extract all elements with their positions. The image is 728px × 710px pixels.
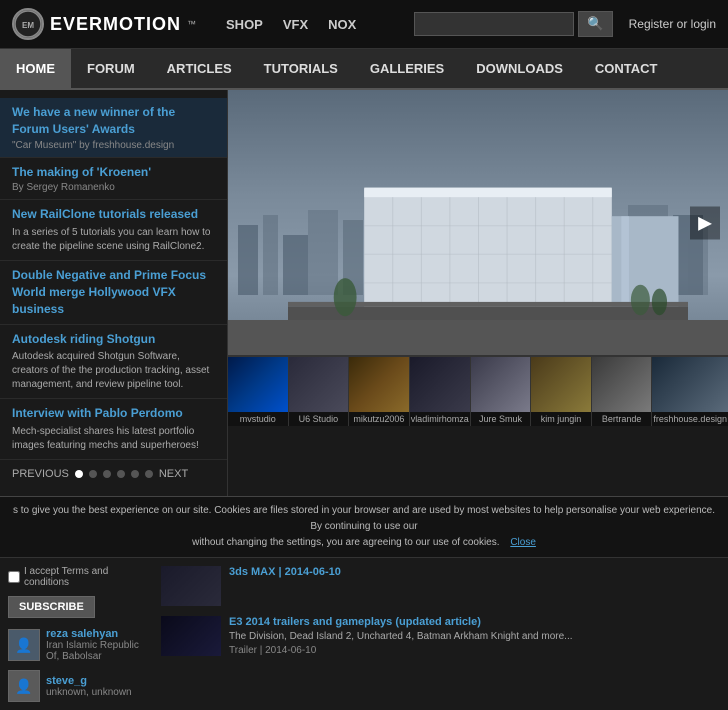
news-item-1: E3 2014 trailers and gameplays (updated … (161, 616, 720, 656)
prev-label[interactable]: PREVIOUS (12, 468, 69, 480)
logo-tm: ™ (187, 19, 196, 29)
avatar-0: 👤 (8, 629, 40, 661)
nav-home[interactable]: HOME (0, 49, 71, 88)
search-area: 🔍 Register or login (414, 11, 716, 37)
sidebar-item-1: The making of 'Kroenen' By Sergey Romane… (0, 158, 227, 201)
sidebar-item-3: Double Negative and Prime Focus World me… (0, 261, 227, 324)
main-nav: HOME FORUM ARTICLES TUTORIALS GALLERIES … (0, 49, 728, 90)
sidebar-title-1[interactable]: The making of 'Kroenen' (12, 164, 215, 181)
sidebar-subtitle-0: "Car Museum" by freshhouse.design (12, 140, 215, 151)
bottom-section: I accept Terms and conditions SUBSCRIBE … (0, 557, 728, 710)
search-button[interactable]: 🔍 (578, 11, 613, 37)
news-panel: 3ds MAX | 2014-06-10 E3 2014 trailers an… (161, 566, 720, 702)
sidebar-title-0[interactable]: We have a new winner of the Forum Users'… (12, 104, 215, 138)
vfx-link[interactable]: VFX (283, 17, 308, 32)
svg-text:EM: EM (22, 21, 34, 30)
thumb-label-0: mvstudio (228, 412, 288, 426)
news-thumb-0 (161, 566, 221, 606)
cookie-close-link[interactable]: Close (510, 537, 536, 548)
subscribe-button[interactable]: SUBSCRIBE (8, 596, 95, 618)
user-location-1: unknown, unknown (46, 687, 132, 698)
news-title-0[interactable]: 3ds MAX | 2014-06-10 (229, 566, 341, 578)
nox-link[interactable]: NOX (328, 17, 356, 32)
nav-dot-4[interactable] (117, 470, 125, 478)
nav-dot-5[interactable] (131, 470, 139, 478)
thumb-7[interactable]: freshhouse.design (652, 357, 728, 426)
user-panel: I accept Terms and conditions SUBSCRIBE … (8, 566, 153, 702)
news-meta-1: Trailer | 2014-06-10 (229, 645, 573, 656)
logo-icon: EM (12, 8, 44, 40)
thumb-5[interactable]: kim jungin (531, 357, 592, 426)
sidebar-item-0: We have a new winner of the Forum Users'… (0, 98, 227, 158)
cookie-text: s to give you the best experience on our… (13, 505, 715, 532)
thumb-label-3: vladimirhomza (410, 412, 470, 426)
header: EM EVERMOTION ™ SHOP VFX NOX 🔍 Register … (0, 0, 728, 49)
sidebar-text-2: In a series of 5 tutorials you can learn… (12, 226, 215, 254)
thumb-3[interactable]: vladimirhomza (410, 357, 471, 426)
logo-area: EM EVERMOTION ™ (12, 8, 196, 40)
register-login-link[interactable]: Register or login (629, 17, 716, 31)
nav-contact[interactable]: CONTACT (579, 49, 674, 88)
shop-link[interactable]: SHOP (226, 17, 263, 32)
main-image: ▶ mvstudio U6 Studio mikutzu2006 vladimi… (228, 90, 728, 496)
nav-dot-2[interactable] (89, 470, 97, 478)
nav-tutorials[interactable]: TUTORIALS (248, 49, 354, 88)
thumb-6[interactable]: Bertrande (592, 357, 653, 426)
cookie-banner: s to give you the best experience on our… (0, 496, 728, 557)
terms-checkbox[interactable] (8, 571, 20, 583)
thumb-label-1: U6 Studio (289, 412, 349, 426)
sidebar-text-4: Autodesk acquired Shotgun Software, crea… (12, 350, 215, 392)
news-title-1[interactable]: E3 2014 trailers and gameplays (updated … (229, 616, 573, 628)
sidebar-title-4[interactable]: Autodesk riding Shotgun (12, 331, 215, 348)
search-input[interactable] (414, 12, 574, 36)
sidebar-item-4: Autodesk riding Shotgun Autodesk acquire… (0, 325, 227, 400)
news-thumb-1 (161, 616, 221, 656)
sidebar-text-5: Mech-specialist shares his latest portfo… (12, 425, 215, 453)
thumbnails: mvstudio U6 Studio mikutzu2006 vladimirh… (228, 355, 728, 426)
nav-arrows: PREVIOUS NEXT (0, 460, 227, 488)
thumb-label-7: freshhouse.design (652, 412, 728, 426)
cookie-text2: without changing the settings, you are a… (192, 537, 499, 548)
hero-image: ▶ (228, 90, 728, 355)
logo-text: EVERMOTION (50, 14, 181, 35)
top-nav: SHOP VFX NOX (226, 17, 356, 32)
sidebar-subtitle-1: By Sergey Romanenko (12, 182, 215, 193)
thumb-label-5: kim jungin (531, 412, 591, 426)
terms-checkbox-label: I accept Terms and conditions (8, 566, 153, 588)
nav-downloads[interactable]: DOWNLOADS (460, 49, 579, 88)
user-location-0: Iran Islamic Republic Of, Babolsar (46, 640, 153, 662)
sidebar-title-2[interactable]: New RailClone tutorials released (12, 206, 215, 223)
thumb-label-4: Jure Smuk (471, 412, 531, 426)
news-item-0: 3ds MAX | 2014-06-10 (161, 566, 720, 606)
thumb-4[interactable]: Jure Smuk (471, 357, 532, 426)
nav-forum[interactable]: FORUM (71, 49, 151, 88)
hero-nav-right[interactable]: ▶ (690, 206, 720, 239)
content: We have a new winner of the Forum Users'… (0, 90, 728, 496)
avatar-1: 👤 (8, 670, 40, 702)
search-icon: 🔍 (587, 16, 604, 31)
sidebar: We have a new winner of the Forum Users'… (0, 90, 228, 496)
nav-dot-3[interactable] (103, 470, 111, 478)
next-label[interactable]: NEXT (159, 468, 188, 480)
nav-dot-1[interactable] (75, 470, 83, 478)
user-name-0: reza salehyan (46, 628, 153, 640)
thumb-label-2: mikutzu2006 (349, 412, 409, 426)
nav-articles[interactable]: ARTICLES (151, 49, 248, 88)
news-desc-1: The Division, Dead Island 2, Uncharted 4… (229, 630, 573, 643)
user-name-1: steve_g (46, 675, 132, 687)
user-item-0[interactable]: 👤 reza salehyan Iran Islamic Republic Of… (8, 628, 153, 662)
subscribe-area: I accept Terms and conditions (8, 566, 153, 588)
sidebar-title-3[interactable]: Double Negative and Prime Focus World me… (12, 267, 215, 317)
sidebar-title-5[interactable]: Interview with Pablo Perdomo (12, 405, 215, 422)
sidebar-item-2: New RailClone tutorials released In a se… (0, 200, 227, 261)
thumb-0[interactable]: mvstudio (228, 357, 289, 426)
user-item-1[interactable]: 👤 steve_g unknown, unknown (8, 670, 153, 702)
nav-galleries[interactable]: GALLERIES (354, 49, 460, 88)
thumb-2[interactable]: mikutzu2006 (349, 357, 410, 426)
thumb-label-6: Bertrande (592, 412, 652, 426)
thumb-1[interactable]: U6 Studio (289, 357, 350, 426)
nav-dot-6[interactable] (145, 470, 153, 478)
sidebar-item-5: Interview with Pablo Perdomo Mech-specia… (0, 399, 227, 460)
